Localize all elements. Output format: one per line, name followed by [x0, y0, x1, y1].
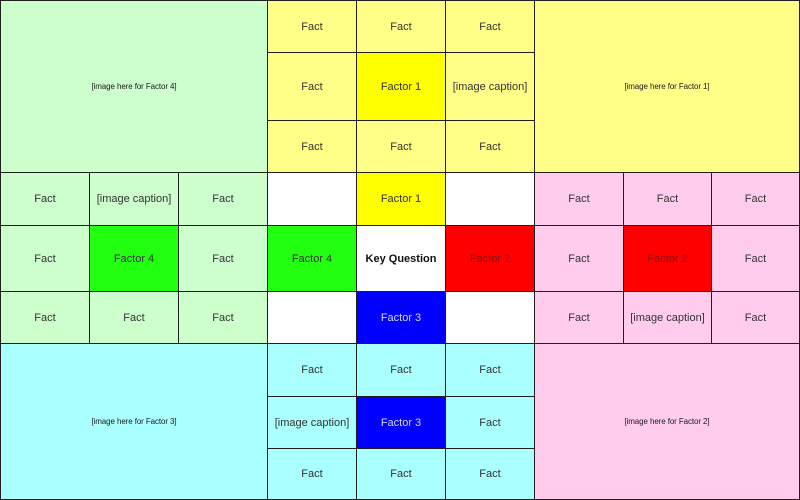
- factor4-fact: Fact: [0, 172, 90, 226]
- factor1-fact: Fact: [445, 0, 535, 53]
- center-blank: [267, 291, 357, 344]
- factor3-image-placeholder: [image here for Factor 3]: [0, 343, 268, 500]
- factor2-fact: Fact: [711, 172, 800, 226]
- factor1-fact: Fact: [267, 120, 357, 173]
- center-factor3: Factor 3: [356, 291, 446, 344]
- factor3-label: Factor 3: [356, 396, 446, 449]
- factor2-fact: Fact: [534, 291, 624, 344]
- factor1-label: Factor 1: [356, 52, 446, 121]
- factor3-image-caption: [image caption]: [267, 396, 357, 449]
- factor3-fact: Fact: [267, 448, 357, 500]
- center-blank: [267, 172, 357, 226]
- center-factor1: Factor 1: [356, 172, 446, 226]
- factor3-fact: Fact: [267, 343, 357, 397]
- factor3-fact: Fact: [445, 448, 535, 500]
- factor3-fact: Fact: [445, 396, 535, 449]
- factor4-fact: Fact: [178, 291, 268, 344]
- factor3-fact: Fact: [356, 343, 446, 397]
- factor1-fact: Fact: [356, 0, 446, 53]
- factor1-fact: Fact: [356, 120, 446, 173]
- factor-grid: [image here for Factor 4] Fact Fact Fact…: [0, 0, 800, 500]
- factor1-fact: Fact: [445, 120, 535, 173]
- factor1-image-placeholder: [image here for Factor 1]: [534, 0, 800, 173]
- key-question: Key Question: [356, 225, 446, 292]
- factor4-fact: Fact: [178, 225, 268, 292]
- factor2-image-caption: [image caption]: [623, 291, 712, 344]
- center-factor4: Factor 4: [267, 225, 357, 292]
- factor2-label: Factor 2: [623, 225, 712, 292]
- factor4-image-caption: [image caption]: [89, 172, 179, 226]
- factor2-fact: Fact: [534, 172, 624, 226]
- factor4-label: Factor 4: [89, 225, 179, 292]
- center-factor2: Factor 2: [445, 225, 535, 292]
- factor2-fact: Fact: [711, 225, 800, 292]
- factor2-image-placeholder: [image here for Factor 2]: [534, 343, 800, 500]
- factor1-image-caption: [image caption]: [445, 52, 535, 121]
- factor4-fact: Fact: [89, 291, 179, 344]
- factor2-fact: Fact: [711, 291, 800, 344]
- factor4-fact: Fact: [178, 172, 268, 226]
- factor4-fact: Fact: [0, 291, 90, 344]
- center-blank: [445, 291, 535, 344]
- factor4-image-placeholder: [image here for Factor 4]: [0, 0, 268, 173]
- factor1-fact: Fact: [267, 0, 357, 53]
- factor2-fact: Fact: [623, 172, 712, 226]
- factor4-fact: Fact: [0, 225, 90, 292]
- factor1-fact: Fact: [267, 52, 357, 121]
- factor3-fact: Fact: [445, 343, 535, 397]
- factor2-fact: Fact: [534, 225, 624, 292]
- factor3-fact: Fact: [356, 448, 446, 500]
- center-blank: [445, 172, 535, 226]
